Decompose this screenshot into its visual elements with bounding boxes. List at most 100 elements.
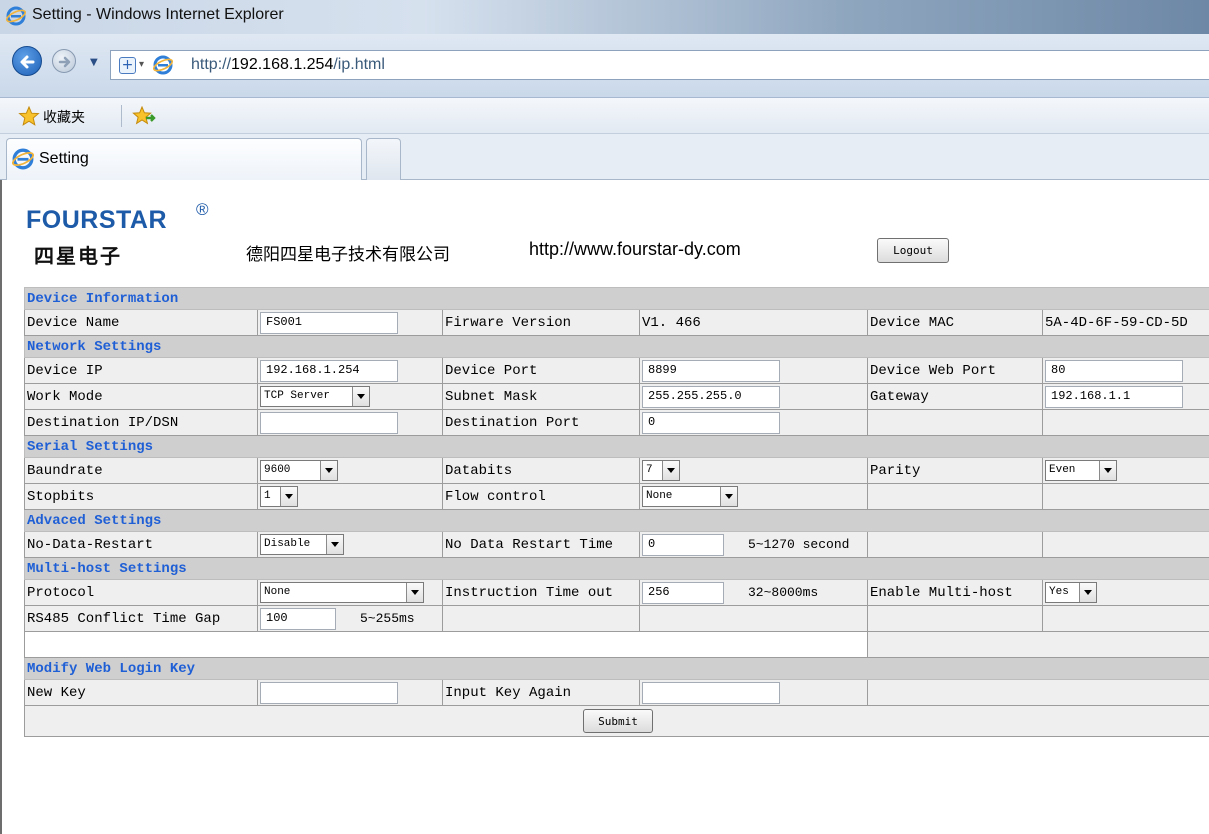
gateway-label: Gateway (867, 383, 1043, 410)
destination-ip-label: Destination IP/DSN (24, 409, 258, 436)
address-field[interactable]: + ▾ http://192.168.1.254/ip.html (110, 50, 1209, 80)
parity-label: Parity (867, 457, 1043, 484)
empty-cell (1041, 531, 1209, 558)
no-data-restart-select[interactable]: Disable (260, 534, 344, 555)
timeout-range: 32~8000ms (748, 585, 819, 601)
baudrate-select[interactable]: 9600 (260, 460, 338, 481)
section-advanced-settings: Advaced Settings (23, 509, 1209, 532)
company-website: http://www.fourstar-dy.com (529, 239, 741, 259)
spacer-row (866, 631, 1209, 658)
add-favorite-icon[interactable] (132, 105, 156, 130)
chevron-down-icon (352, 387, 369, 406)
protocol-label: Protocol (24, 579, 258, 606)
empty-cell (867, 483, 1043, 510)
device-web-port-label: Device Web Port (867, 357, 1043, 384)
device-port-label: Device Port (442, 357, 640, 384)
logout-button[interactable]: Logout (877, 238, 949, 263)
registered-mark: ® (196, 200, 209, 219)
empty-cell (1041, 605, 1209, 632)
no-data-restart-time-input[interactable]: 0 (642, 533, 724, 556)
empty-cell (867, 605, 1043, 632)
empty-cell (639, 605, 868, 632)
favorites-bar: 收藏夹 (0, 98, 1209, 134)
favorites-separator (121, 105, 122, 127)
stopbits-select[interactable]: 1 (260, 486, 298, 507)
restart-time-range: 5~1270 second (748, 537, 850, 553)
gateway-input[interactable]: 192.168.1.1 (1045, 385, 1183, 408)
firmware-version-value: V1. 466 (639, 309, 868, 336)
input-key-again-input[interactable] (642, 681, 780, 704)
logo-text: FOURSTAR (26, 206, 168, 234)
add-site-icon[interactable]: + (119, 57, 136, 74)
subnet-mask-input[interactable]: 255.255.255.0 (642, 385, 780, 408)
device-mac-value: 5A-4D-6F-59-CD-5D (1041, 309, 1209, 336)
databits-select[interactable]: 7 (642, 460, 680, 481)
databits-label: Databits (442, 457, 640, 484)
enable-multihost-select[interactable]: Yes (1045, 582, 1097, 603)
instruction-timeout-label: Instruction Time out (442, 579, 640, 606)
address-url[interactable]: http://192.168.1.254/ip.html (191, 56, 385, 74)
device-web-port-input[interactable]: 80 (1045, 359, 1183, 382)
back-arrow-icon (20, 55, 35, 69)
page-content: FOURSTAR ® 四星电子 德阳四星电子技术有限公司 http://www.… (0, 180, 1209, 834)
empty-cell (867, 531, 1043, 558)
favorites-star-icon[interactable] (18, 105, 40, 130)
submit-button[interactable]: Submit (583, 709, 654, 733)
destination-ip-input[interactable] (260, 411, 398, 434)
window-titlebar: Setting - Windows Internet Explorer (0, 0, 1209, 34)
submit-row: Submit (23, 705, 1209, 737)
device-ip-label: Device IP (24, 357, 258, 384)
chevron-down-icon (720, 487, 737, 506)
company-name: 德阳四星电子技术有限公司 (246, 245, 450, 265)
empty-cell (442, 605, 640, 632)
tab-setting[interactable]: Setting (6, 138, 362, 180)
company-logo: FOURSTAR ® 四星电子 (26, 200, 209, 268)
address-toolbar: ▼ + ▾ http://192.168.1.254/ip.html (0, 34, 1209, 98)
device-port-input[interactable]: 8899 (642, 359, 780, 382)
section-device-information: Device Information (23, 287, 1209, 310)
protocol-select[interactable]: None (260, 582, 424, 603)
device-name-label: Device Name (24, 309, 258, 336)
section-login-key: Modify Web Login Key (23, 657, 1209, 680)
chevron-down-icon (280, 487, 297, 506)
site-dropdown-icon[interactable]: ▾ (139, 59, 144, 70)
empty-cell (867, 409, 1043, 436)
firmware-version-label: Firware Version (442, 309, 640, 336)
chevron-down-icon (1099, 461, 1116, 480)
back-button[interactable] (12, 46, 42, 76)
history-dropdown-icon[interactable]: ▼ (90, 57, 98, 68)
tab-ie-icon (11, 148, 35, 174)
flow-control-label: Flow control (442, 483, 640, 510)
tab-bar: Setting (0, 134, 1209, 180)
chevron-down-icon (406, 583, 423, 602)
settings-table: Device Information Device Name FS001 Fir… (23, 287, 1209, 737)
rs485-gap-range: 5~255ms (360, 611, 415, 627)
chevron-down-icon (320, 461, 337, 480)
section-multihost-settings: Multi-host Settings (23, 557, 1209, 580)
chevron-down-icon (1079, 583, 1096, 602)
ie-logo-icon (5, 6, 27, 30)
section-network-settings: Network Settings (23, 335, 1209, 358)
device-name-input[interactable]: FS001 (260, 311, 398, 334)
section-serial-settings: Serial Settings (23, 435, 1209, 458)
chevron-down-icon (662, 461, 679, 480)
page-ie-icon (152, 55, 174, 79)
new-tab-button[interactable] (366, 138, 401, 180)
device-mac-label: Device MAC (867, 309, 1043, 336)
favorites-label[interactable]: 收藏夹 (43, 107, 85, 127)
device-ip-input[interactable]: 192.168.1.254 (260, 359, 398, 382)
new-key-input[interactable] (260, 681, 398, 704)
destination-port-input[interactable]: 0 (642, 411, 780, 434)
logo-chinese: 四星电子 (34, 244, 122, 268)
stopbits-label: Stopbits (24, 483, 258, 510)
forward-button[interactable] (52, 49, 76, 73)
rs485-gap-input[interactable]: 100 (260, 607, 336, 630)
work-mode-select[interactable]: TCP Server (260, 386, 370, 407)
flow-control-select[interactable]: None (642, 486, 738, 507)
tab-label: Setting (39, 150, 89, 167)
instruction-timeout-input[interactable]: 256 (642, 581, 724, 604)
baudrate-label: Baundrate (24, 457, 258, 484)
parity-select[interactable]: Even (1045, 460, 1117, 481)
window-title: Setting - Windows Internet Explorer (32, 6, 284, 23)
empty-cell (866, 679, 1209, 706)
